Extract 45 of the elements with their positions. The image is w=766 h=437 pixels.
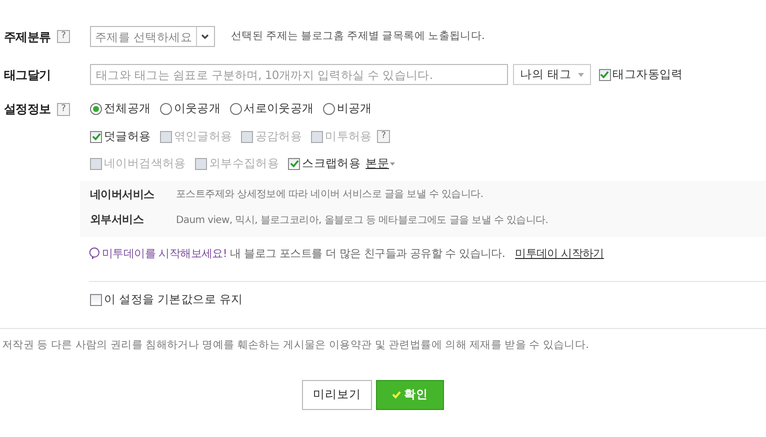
field-label: 주제분류 xyxy=(4,28,51,46)
hint-text: 선택된 주제는 블로그홈 주제별 글목록에 노출됩니다. xyxy=(230,28,485,44)
option-label: 전체공개 xyxy=(104,100,151,118)
tag-input[interactable]: 태그와 태그는 쉼표로 구분하며, 10개까지 입력하실 수 있습니다. xyxy=(90,64,508,85)
radio-button[interactable] xyxy=(160,103,172,115)
checkbox[interactable] xyxy=(288,158,300,170)
caret-icon xyxy=(201,34,210,40)
confirm-button[interactable]: 확인 xyxy=(376,380,444,410)
option-label: 네이버검색허용 xyxy=(104,155,186,172)
option-label: 이 설정을 기본값으로 유지 xyxy=(104,291,243,308)
service-description: 포스트주제와 상세정보에 따라 네이버 서비스로 글을 보낼 수 있습니다. xyxy=(176,188,484,202)
option-label: 공감허용 xyxy=(255,128,302,145)
preview-button[interactable]: 미리보기 xyxy=(302,380,372,410)
notice-text: 저작권 등 다른 사람의 권리를 침해하거나 명예를 훼손하는 게시물은 이용약관 및 관련법률에 의해 제재를 받을 수 있습니다. xyxy=(2,338,590,354)
help-icon[interactable]: ? xyxy=(56,102,70,116)
radio-button[interactable] xyxy=(90,103,102,115)
speech-bubble-icon xyxy=(89,247,100,260)
field-label: 설정정보 xyxy=(4,101,51,118)
option-label: 서로이웃공개 xyxy=(244,100,314,118)
check-icon xyxy=(392,391,401,400)
service-name: 네이버서비스 xyxy=(90,186,156,202)
scrap-scope-dropdown[interactable]: 본문 xyxy=(366,155,396,172)
option-label: 비공개 xyxy=(336,100,372,118)
radio-button[interactable] xyxy=(322,103,335,115)
option-label: 엮인글허용 xyxy=(174,128,232,145)
option-label: 덧글허용 xyxy=(104,128,151,145)
my-tags-dropdown[interactable]: 나의 태그 xyxy=(513,64,591,85)
me2day-link[interactable]: 미투데이 시작하기 xyxy=(515,246,604,262)
caret-icon xyxy=(390,162,396,166)
help-icon[interactable]: ? xyxy=(56,30,70,43)
option-label: 외부수집허용 xyxy=(208,155,280,172)
service-description: Daum view, 믹시, 블로그코리아, 올블로그 등 메타블로그에도 글을 보낼 수 있습니다. xyxy=(176,214,548,228)
checkbox[interactable] xyxy=(90,294,102,306)
caret-icon xyxy=(578,72,584,76)
option-label: 스크랩허용 xyxy=(302,155,361,172)
option-label: 태그자동입력 xyxy=(612,66,683,83)
promo-text: 미투데이를 시작해보세요! 내 블로그 포스트를 더 많은 친구들과 공유할 수 있습니다. xyxy=(102,246,506,262)
topic-select[interactable]: 주제를 선택하세요 xyxy=(90,26,215,47)
field-label: 태그달기 xyxy=(4,66,51,84)
option-label: 이웃공개 xyxy=(174,100,221,118)
checkbox[interactable] xyxy=(90,130,102,143)
service-name: 외부서비스 xyxy=(90,212,145,228)
radio-button[interactable] xyxy=(230,103,242,115)
option-label: 미투허용 xyxy=(325,128,372,145)
checkbox[interactable] xyxy=(598,68,611,80)
